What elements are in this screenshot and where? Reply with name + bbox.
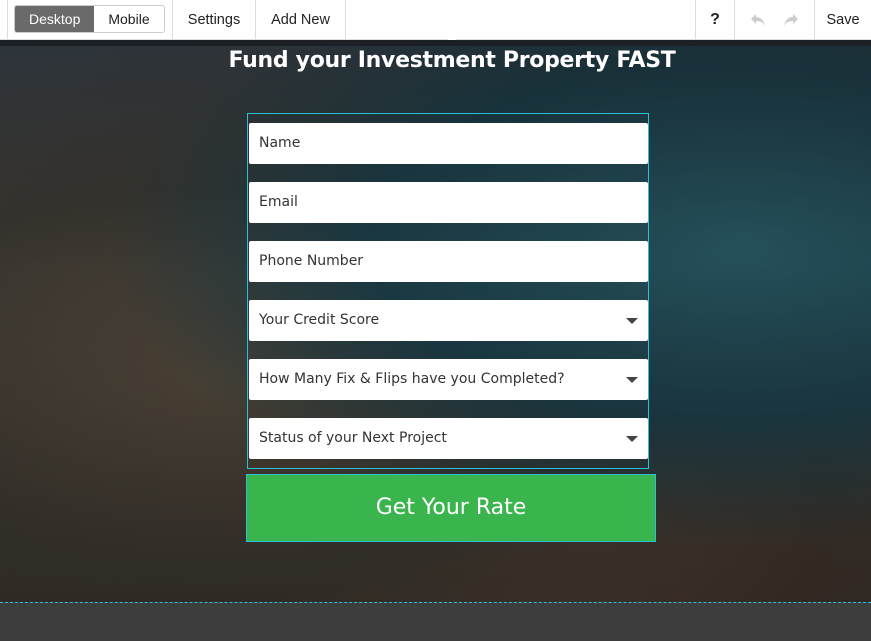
chevron-down-icon [626, 318, 638, 324]
chevron-down-icon [626, 377, 638, 383]
get-your-rate-button[interactable]: Get Your Rate [246, 474, 656, 542]
phone-field[interactable]: Phone Number [249, 241, 648, 282]
credit-score-select-label: Your Credit Score [259, 312, 380, 328]
email-field[interactable]: Email [249, 182, 648, 223]
chevron-down-icon [626, 436, 638, 442]
undo-button[interactable] [745, 0, 771, 40]
save-button[interactable]: Save [815, 0, 871, 40]
page-headline[interactable]: Fund your Investment Property FAST [0, 48, 871, 73]
toolbar-divider [345, 0, 346, 40]
project-status-select[interactable]: Status of your Next Project [249, 418, 648, 459]
fix-flips-select[interactable]: How Many Fix & Flips have you Completed? [249, 359, 648, 400]
redo-icon [784, 13, 798, 26]
settings-button[interactable]: Settings [173, 0, 255, 40]
credit-score-select[interactable]: Your Credit Score [249, 300, 648, 341]
add-new-button[interactable]: Add New [256, 0, 345, 40]
canvas-footer-area [0, 603, 871, 641]
redo-button[interactable] [778, 0, 804, 40]
mobile-view-button[interactable]: Mobile [94, 6, 164, 32]
help-button[interactable]: ? [696, 0, 734, 40]
lead-form-outline[interactable] [247, 113, 649, 469]
name-field[interactable]: Name [249, 123, 648, 164]
project-status-select-label: Status of your Next Project [259, 430, 447, 446]
desktop-view-button[interactable]: Desktop [15, 6, 95, 32]
editor-toolbar: Desktop Mobile Settings Add New ? Save [0, 0, 871, 40]
toolbar-divider [7, 0, 8, 40]
toolbar-divider [734, 0, 735, 40]
view-mode-toggle: Desktop Mobile [14, 5, 165, 33]
undo-icon [751, 13, 765, 26]
fix-flips-select-label: How Many Fix & Flips have you Completed? [259, 371, 565, 387]
